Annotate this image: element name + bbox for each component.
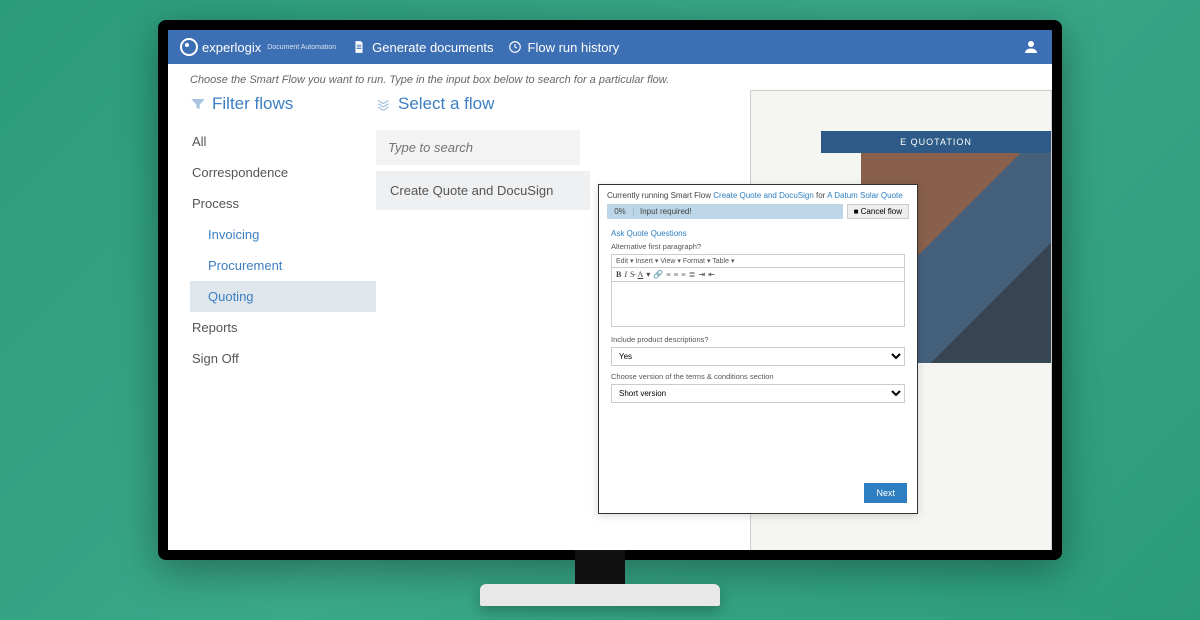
- progress-bar: 0% Input required!: [607, 204, 843, 219]
- editor-menubar[interactable]: Edit ▾ Insert ▾ View ▾ Format ▾ Table ▾: [611, 254, 905, 267]
- history-icon: [508, 40, 522, 54]
- flow-icon: [376, 96, 392, 112]
- flow-search-input[interactable]: [376, 130, 580, 165]
- align-left-icon[interactable]: ≡: [666, 270, 671, 279]
- label-alt-paragraph: Alternative first paragraph?: [611, 242, 905, 251]
- field-alt-paragraph: Alternative first paragraph? Edit ▾ Inse…: [599, 240, 917, 333]
- next-button[interactable]: Next: [864, 483, 907, 503]
- modal-section-title: Ask Quote Questions: [599, 225, 917, 240]
- filter-process[interactable]: Process: [190, 188, 376, 219]
- brand: experlogix Document Automation: [180, 38, 336, 56]
- select-include-descriptions[interactable]: Yes: [611, 347, 905, 366]
- brand-logo-icon: [180, 38, 198, 56]
- nav-history-label: Flow run history: [528, 40, 620, 55]
- running-flow-link[interactable]: Create Quote and DocuSign: [713, 191, 814, 200]
- user-icon[interactable]: [1022, 38, 1040, 56]
- bold-icon[interactable]: B: [616, 270, 621, 279]
- progress-label: Input required!: [634, 204, 698, 219]
- label-terms-version: Choose version of the terms & conditions…: [611, 372, 905, 381]
- filter-all[interactable]: All: [190, 126, 376, 157]
- brand-name: experlogix: [202, 40, 261, 55]
- doc-title-band: E QUOTATION: [821, 131, 1051, 153]
- editor-toolbar[interactable]: B I S̶ A ▾ 🔗 ≡ ≡ ≡ ≣ ⇥ ⇤: [611, 267, 905, 281]
- align-right-icon[interactable]: ≡: [681, 270, 686, 279]
- filter-signoff[interactable]: Sign Off: [190, 343, 376, 374]
- filter-invoicing[interactable]: Invoicing: [190, 219, 376, 250]
- cancel-flow-button[interactable]: ■ Cancel flow: [847, 204, 909, 219]
- brand-subtitle: Document Automation: [267, 44, 336, 51]
- list-icon[interactable]: ≣: [689, 270, 696, 279]
- filter-correspondence[interactable]: Correspondence: [190, 157, 376, 188]
- italic-icon[interactable]: I: [624, 270, 627, 279]
- filter-title: Filter flows: [190, 94, 376, 114]
- outdent-icon[interactable]: ⇤: [708, 270, 715, 279]
- monitor-stand-base: [480, 584, 720, 606]
- flow-input-modal: Currently running Smart Flow Create Quot…: [598, 184, 918, 514]
- app-screen: experlogix Document Automation Generate …: [168, 30, 1052, 550]
- flow-item-create-quote[interactable]: Create Quote and DocuSign: [376, 171, 590, 210]
- nav-generate-label: Generate documents: [372, 40, 493, 55]
- progress-percent: 0%: [607, 207, 634, 216]
- document-icon: [352, 40, 366, 54]
- filter-reports[interactable]: Reports: [190, 312, 376, 343]
- align-center-icon[interactable]: ≡: [674, 270, 679, 279]
- monitor-stand-neck: [575, 550, 625, 586]
- label-include-descriptions: Include product descriptions?: [611, 335, 905, 344]
- nav-generate-documents[interactable]: Generate documents: [352, 40, 493, 55]
- running-target-link[interactable]: A Datum Solar Quote: [827, 191, 903, 200]
- indent-icon[interactable]: ⇥: [698, 270, 705, 279]
- text-color-icon[interactable]: A: [637, 270, 643, 279]
- top-navbar: experlogix Document Automation Generate …: [168, 30, 1052, 64]
- link-icon[interactable]: 🔗: [653, 270, 663, 279]
- monitor-frame: experlogix Document Automation Generate …: [158, 20, 1062, 560]
- filter-icon: [190, 96, 206, 112]
- filter-procurement[interactable]: Procurement: [190, 250, 376, 281]
- strike-icon[interactable]: S̶: [630, 270, 634, 279]
- select-terms-version[interactable]: Short version: [611, 384, 905, 403]
- field-terms-version: Choose version of the terms & conditions…: [599, 370, 917, 407]
- alt-paragraph-input[interactable]: [611, 281, 905, 327]
- running-flow-text: Currently running Smart Flow Create Quot…: [599, 185, 917, 204]
- instruction-text: Choose the Smart Flow you want to run. T…: [168, 64, 1052, 90]
- highlight-icon[interactable]: ▾: [646, 270, 650, 279]
- filter-panel: Filter flows All Correspondence Process …: [190, 90, 376, 546]
- filter-quoting[interactable]: Quoting: [190, 281, 376, 312]
- nav-flow-history[interactable]: Flow run history: [508, 40, 620, 55]
- field-include-descriptions: Include product descriptions? Yes: [599, 333, 917, 370]
